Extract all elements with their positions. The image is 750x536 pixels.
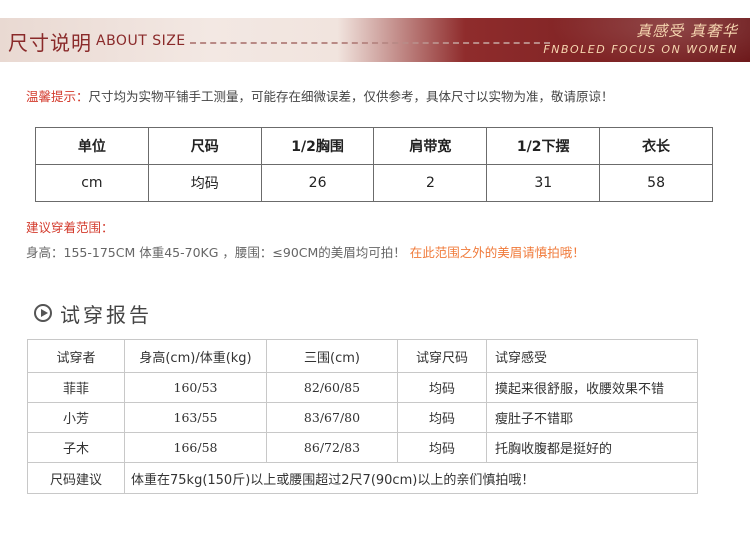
measurements: 82/60/85 [266, 372, 398, 403]
height-weight: 166/58 [124, 432, 267, 463]
measurements: 83/67/80 [266, 402, 398, 433]
tip-text: 尺寸均为实物平铺手工测量，可能存在细微误差，仅供参考，具体尺寸以实物为准，敬请原… [88, 89, 614, 104]
measurements: 86/72/83 [266, 432, 398, 463]
size-table: 单位 尺码 1/2胸围 肩带宽 1/2下摆 衣长 cm 均码 26 2 31 5… [35, 127, 713, 202]
table-cell: 26 [260, 164, 375, 202]
trial-table-header: 试穿者 身高(cm)/体重(kg) 三围(cm) 试穿尺码 试穿感受 [27, 339, 698, 373]
trial-report-header: 试穿报告 [34, 300, 152, 327]
table-cell: 均码 [147, 164, 262, 202]
trial-size: 均码 [397, 372, 487, 403]
section-title-en: ABOUT SIZE [96, 33, 186, 49]
header-cell: 1/2胸围 [260, 127, 375, 165]
size-advice-text: 体重在75kg(150斤)以上或腰围超过2尺7(90cm)以上的亲们慎拍哦！ [124, 462, 698, 494]
trial-feedback: 瘦肚子不错耶 [486, 402, 698, 433]
table-row: 菲菲 160/53 82/60/85 均码 摸起来很舒服，收腰效果不错 [27, 372, 698, 403]
recommend-body: 身高：155-175CM 体重45-70KG ，腰围：≤90CM的美眉均可拍！ … [26, 242, 585, 261]
recommend-title: 建议穿着范围： [26, 220, 114, 235]
table-cell: 58 [599, 164, 713, 202]
header-banner: 尺寸说明 ABOUT SIZE 真感受 真奢华 FNBOLED FOCUS ON… [0, 18, 750, 62]
play-circle-icon [34, 304, 52, 322]
table-row: 子木 166/58 86/72/83 均码 托胸收腹都是挺好的 [27, 432, 698, 463]
header-cell: 试穿感受 [486, 339, 698, 373]
size-table-row: cm 均码 26 2 31 58 [35, 164, 713, 202]
trial-feedback: 摸起来很舒服，收腰效果不错 [486, 372, 698, 403]
trial-size: 均码 [397, 402, 487, 433]
header-cell: 1/2下摆 [486, 127, 601, 165]
tester-name: 小芳 [27, 402, 125, 433]
dotted-divider [190, 42, 550, 44]
trial-table: 试穿者 身高(cm)/体重(kg) 三围(cm) 试穿尺码 试穿感受 菲菲 16… [27, 339, 698, 494]
brand-slogan-en: FNBOLED FOCUS ON WOMEN [543, 43, 738, 56]
trial-size: 均码 [397, 432, 487, 463]
header-cell: 肩带宽 [373, 127, 488, 165]
header-cell: 试穿尺码 [397, 339, 487, 373]
trial-report-title: 试穿报告 [60, 302, 152, 327]
size-advice-row: 尺码建议 体重在75kg(150斤)以上或腰围超过2尺7(90cm)以上的亲们慎… [27, 462, 698, 494]
tip-label: 温馨提示： [26, 89, 89, 104]
table-row: 小芳 163/55 83/67/80 均码 瘦肚子不错耶 [27, 402, 698, 433]
header-cell: 尺码 [147, 127, 262, 165]
table-cell: cm [35, 164, 149, 202]
measurement-tip: 温馨提示：尺寸均为实物平铺手工测量，可能存在细微误差，仅供参考，具体尺寸以实物为… [26, 86, 614, 105]
tester-name: 菲菲 [27, 372, 125, 403]
brand-slogan: 真感受 真奢华 [636, 22, 738, 40]
recommend-warning: 在此范围之外的美眉请慎拍哦！ [409, 245, 585, 260]
header-cell: 试穿者 [27, 339, 125, 373]
header-cell: 三围(cm) [266, 339, 398, 373]
size-table-header: 单位 尺码 1/2胸围 肩带宽 1/2下摆 衣长 [35, 127, 713, 165]
table-cell: 2 [373, 164, 488, 202]
table-cell: 31 [486, 164, 601, 202]
trial-feedback: 托胸收腹都是挺好的 [486, 432, 698, 463]
section-title: 尺寸说明 [8, 31, 92, 55]
header-cell: 单位 [35, 127, 149, 165]
header-cell: 身高(cm)/体重(kg) [124, 339, 267, 373]
tester-name: 子木 [27, 432, 125, 463]
height-weight: 163/55 [124, 402, 267, 433]
size-advice-label: 尺码建议 [27, 462, 125, 494]
recommend-text: 身高：155-175CM 体重45-70KG ，腰围：≤90CM的美眉均可拍！ [26, 245, 406, 260]
height-weight: 160/53 [124, 372, 267, 403]
header-cell: 衣长 [599, 127, 713, 165]
